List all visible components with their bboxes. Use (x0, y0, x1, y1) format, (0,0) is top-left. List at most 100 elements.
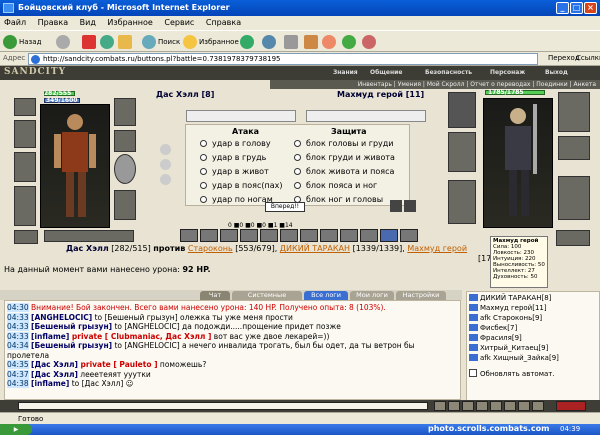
print-button[interactable] (284, 34, 300, 50)
toolbar-icon-8[interactable] (532, 401, 544, 411)
player-belt-slot[interactable] (14, 230, 38, 244)
chat-nick[interactable]: [Бешеный грызун] (31, 322, 112, 331)
toolbar-icon-3[interactable] (462, 401, 474, 411)
buff-icon[interactable] (160, 174, 171, 185)
opponent-3[interactable]: Махмуд герой (407, 244, 467, 253)
home-button[interactable] (118, 34, 134, 50)
auto-refresh-toggle[interactable]: Обновлять автомат. (469, 369, 597, 379)
player-belt-items[interactable] (44, 230, 134, 242)
block-chest-belly[interactable]: блок груди и живота (294, 153, 395, 162)
versus-player-name[interactable]: Дас Хэлл (66, 244, 109, 253)
buff-icon[interactable] (160, 144, 171, 155)
player-armor-slot[interactable] (14, 152, 36, 182)
search-button[interactable]: Поиск (142, 34, 180, 50)
opponent-2[interactable]: ДИКИЙ ТАРАКАН (280, 244, 350, 253)
forward-attack-button[interactable]: Вперед!! (265, 202, 305, 212)
menu-view[interactable]: Вид (80, 18, 96, 27)
player-helmet-slot[interactable] (14, 98, 36, 116)
checkbox-icon[interactable] (469, 369, 477, 377)
chat-nick[interactable]: [ANGHELOCIC] (31, 313, 92, 322)
attack-belly[interactable]: удар в живот (200, 167, 269, 176)
enemy-helmet-slot[interactable] (448, 92, 476, 128)
online-user[interactable]: Фисбек[7] (469, 323, 597, 333)
edit-button[interactable] (304, 34, 320, 50)
skill-slot[interactable] (240, 229, 258, 242)
chat-nick[interactable]: [Бешеный грызун] (31, 341, 112, 350)
attack-head[interactable]: удар в голову (200, 139, 271, 148)
chat-input[interactable] (18, 402, 428, 410)
toolbar-icon-5[interactable] (490, 401, 502, 411)
tab-all-logs[interactable]: Все логи (304, 291, 348, 300)
back-button[interactable]: Назад (3, 34, 41, 50)
attack-groin[interactable]: удар в пояс(пах) (200, 181, 283, 190)
online-user[interactable]: Махмуд герой[11] (469, 303, 597, 313)
chat-nick[interactable]: [Дас Хэлл] (31, 360, 78, 369)
nav-exit[interactable]: Выход (545, 69, 568, 76)
block-belt-legs[interactable]: блок пояса и ног (294, 181, 377, 190)
block-head-chest[interactable]: блок головы и груди (294, 139, 393, 148)
skill-slot[interactable] (340, 229, 358, 242)
messenger-button[interactable] (342, 34, 358, 50)
toolbar-icon-7[interactable] (518, 401, 530, 411)
maximize-button[interactable]: □ (570, 2, 583, 14)
skill-slot[interactable] (300, 229, 318, 242)
history-button[interactable] (262, 34, 278, 50)
online-user[interactable]: afk Староконь[9] (469, 313, 597, 323)
menu-help[interactable]: Справка (206, 18, 241, 27)
skill-slot[interactable] (320, 229, 338, 242)
toolbar-icon-6[interactable] (504, 401, 516, 411)
links-button[interactable]: Ссылки (576, 54, 600, 62)
player-cloak-slot[interactable] (14, 186, 36, 226)
player-boots-slot[interactable] (114, 190, 136, 220)
skill-slot[interactable] (200, 229, 218, 242)
enemy-boots-slot[interactable] (558, 176, 590, 220)
nav-security[interactable]: Безопасность (425, 69, 472, 76)
enemy-gloves-slot[interactable] (558, 136, 590, 160)
chat-nick[interactable]: [inflame] (31, 379, 69, 388)
enemy-effects[interactable] (306, 110, 426, 122)
start-button[interactable]: ▶ (0, 424, 32, 435)
forward-nav-button[interactable] (56, 34, 72, 50)
menu-tools[interactable]: Сервис (164, 18, 194, 27)
menu-file[interactable]: Файл (4, 18, 26, 27)
research-button[interactable] (362, 34, 378, 50)
stop-button[interactable] (82, 34, 98, 50)
opponent-1[interactable]: Староконь (188, 244, 233, 253)
block-legs-head[interactable]: блок ног и головы (294, 195, 383, 204)
chat-nick[interactable]: [Дас Хэлл] (31, 370, 78, 379)
tab-system[interactable]: Системные сообщения (232, 291, 302, 308)
online-user[interactable]: ДИКИЙ ТАРАКАН[8] (469, 293, 597, 303)
enemy-belt-slot[interactable] (556, 230, 590, 246)
skill-slot[interactable] (260, 229, 278, 242)
buff-icon[interactable] (160, 159, 171, 170)
online-user[interactable]: afk Хищный_Зайка[9] (469, 353, 597, 363)
player-effects[interactable] (186, 110, 296, 122)
skill-slot[interactable] (280, 229, 298, 242)
player-ring-slot[interactable] (114, 98, 136, 126)
block-belly-belt[interactable]: блок живота и пояса (294, 167, 394, 176)
minimize-button[interactable]: _ (556, 2, 569, 14)
toolbar-icon-1[interactable] (434, 401, 446, 411)
player-shield-slot[interactable] (114, 154, 136, 184)
skill-slot[interactable] (400, 229, 418, 242)
nav-character[interactable]: Персонаж (490, 69, 525, 76)
skill-slot[interactable] (220, 229, 238, 242)
enemy-weapon-slot[interactable] (448, 132, 476, 172)
mail-button[interactable] (322, 34, 338, 50)
online-user[interactable]: Хитрый_Китаец[9] (469, 343, 597, 353)
nav-knowledge[interactable]: Знания (333, 69, 358, 76)
toolbar-icon-2[interactable] (448, 401, 460, 411)
go-button[interactable]: Переход (548, 54, 580, 62)
menu-edit[interactable]: Правка (38, 18, 68, 27)
toolbar-icon-4[interactable] (476, 401, 488, 411)
media-button[interactable] (240, 34, 256, 50)
favorites-button[interactable]: Избранное (183, 34, 239, 50)
enemy-sword-slot[interactable] (558, 92, 590, 132)
refresh-button[interactable] (100, 34, 116, 50)
chat-log[interactable]: 04:30 Внимание! Бой закончен. Всего вами… (4, 300, 461, 400)
address-input[interactable]: http://sandcity.combats.ru/buttons.pl?ba… (28, 53, 538, 65)
menu-favorites[interactable]: Избранное (107, 18, 152, 27)
chat-nick[interactable]: [inflame] (31, 332, 69, 341)
skill-slot[interactable] (180, 229, 198, 242)
online-user[interactable]: Фрасиля[9] (469, 333, 597, 343)
